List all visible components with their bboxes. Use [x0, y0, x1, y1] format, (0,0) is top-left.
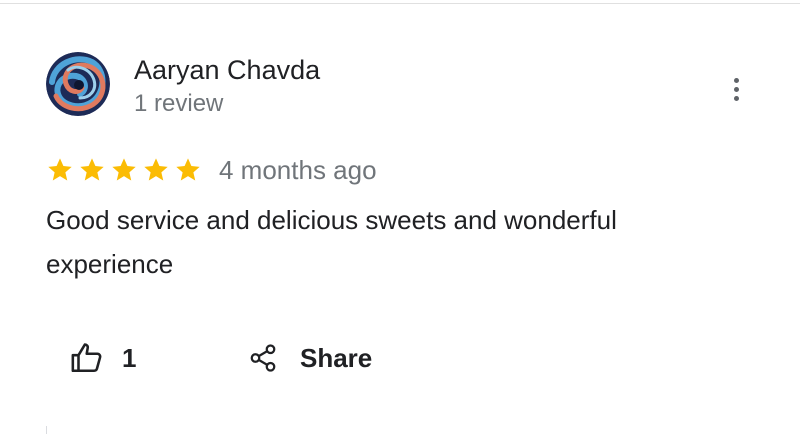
star-icon: [112, 158, 136, 181]
bottom-divider: [46, 426, 47, 434]
review-card: Aaryan Chavda 1 review 4 months ago Good…: [0, 0, 800, 434]
star-icon: [48, 158, 72, 181]
star-icon: [144, 158, 168, 181]
star-icon: [80, 158, 104, 181]
star-icon: [176, 158, 200, 181]
more-options-button[interactable]: [722, 70, 750, 108]
avatar-image: [46, 52, 110, 116]
share-button[interactable]: Share: [248, 338, 372, 378]
share-icon: [250, 344, 276, 372]
share-label: Share: [300, 342, 373, 373]
like-count: 1: [122, 342, 137, 373]
author-review-count[interactable]: 1 review: [134, 89, 223, 119]
more-vertical-icon: [733, 77, 739, 83]
author-name[interactable]: Aaryan Chavda: [134, 54, 320, 86]
review-date: 4 months ago: [219, 155, 377, 185]
review-text: Good service and delicious sweets and wo…: [46, 205, 617, 279]
star-rating: [46, 155, 202, 185]
like-button[interactable]: 1: [70, 338, 136, 378]
author-avatar[interactable]: [46, 52, 110, 116]
thumbs-up-icon: [71, 343, 102, 373]
